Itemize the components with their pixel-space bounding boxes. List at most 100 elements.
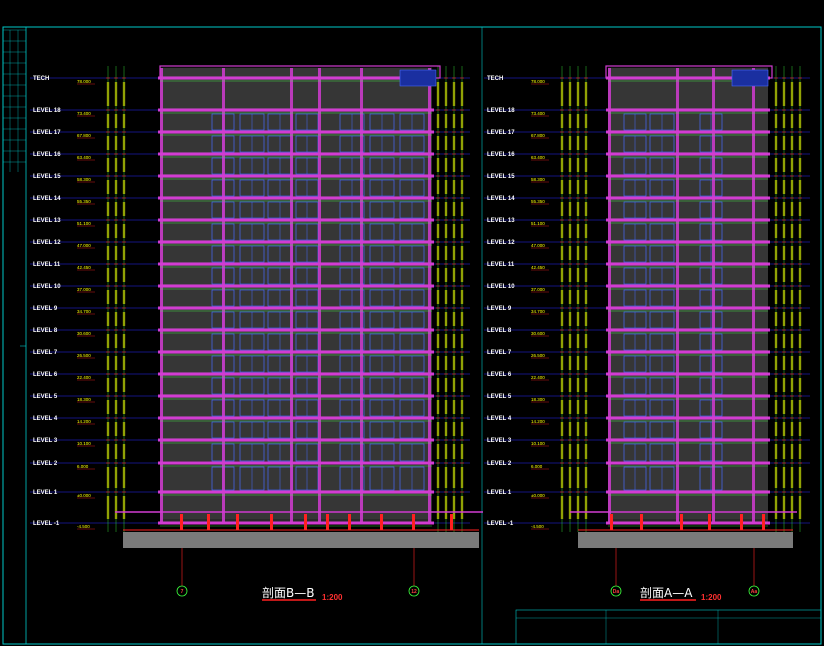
level-elevation: 67.800 [531, 133, 545, 138]
dimension-text-mark [560, 467, 564, 488]
dimension-text-mark [114, 114, 118, 128]
dimension-text-mark [114, 290, 118, 304]
basement-post [236, 514, 239, 530]
dimension-text-mark [122, 334, 126, 348]
floor-slab [158, 218, 434, 222]
dimension-text-mark [568, 82, 572, 106]
dimension-text-mark [114, 268, 118, 282]
dimension-text-mark [774, 114, 778, 128]
dimension-text-mark [576, 400, 580, 414]
dimension-text-mark [798, 224, 802, 238]
dimension-text-mark [444, 202, 448, 216]
dimension-text-mark [782, 224, 786, 238]
dimension-text-mark [106, 224, 110, 238]
dimension-text-mark [576, 114, 580, 128]
dimension-text-mark [774, 268, 778, 282]
dimension-text-mark [106, 268, 110, 282]
dimension-text-mark [460, 82, 464, 106]
dimension-text-mark [568, 444, 572, 459]
dimension-text-mark [122, 290, 126, 304]
dimension-text-mark [444, 290, 448, 304]
basement-post [380, 514, 383, 530]
dimension-text-mark [568, 180, 572, 194]
level-elevation: 26.500 [77, 353, 91, 358]
dimension-text-mark [798, 334, 802, 348]
dimension-text-mark [576, 246, 580, 260]
level-elevation: ±0.000 [77, 493, 91, 498]
dimension-text-mark [560, 268, 564, 282]
basement-post [412, 514, 415, 530]
section-b-scale: 1:200 [322, 593, 343, 602]
structural-column [676, 68, 679, 522]
level-label: LEVEL 13 [487, 218, 515, 224]
level-elevation: 34.700 [77, 309, 91, 314]
dimension-text-mark [774, 136, 778, 150]
dimension-text-mark [122, 356, 126, 370]
dimension-text-mark [568, 158, 572, 172]
dimension-text-mark [790, 312, 794, 326]
axis-label-aa: Aa [751, 589, 758, 595]
dimension-text-mark [460, 136, 464, 150]
dimension-text-mark [106, 467, 110, 488]
dimension-text-mark [452, 400, 456, 414]
level-elevation: 6.000 [77, 464, 89, 469]
floor-slab [158, 130, 434, 134]
dimension-text-mark [114, 158, 118, 172]
floor-slab [606, 130, 770, 134]
floor-slab [606, 521, 770, 525]
dimension-text-mark [444, 136, 448, 150]
dimension-text-mark [790, 467, 794, 488]
level-elevation: 63.400 [77, 155, 91, 160]
dimension-text-mark [568, 136, 572, 150]
dimension-text-mark [460, 467, 464, 488]
dimension-text-mark [560, 246, 564, 260]
dimension-text-mark [122, 467, 126, 488]
floor-slab [606, 262, 770, 266]
dimension-text-mark [568, 422, 572, 436]
dimension-text-mark [774, 246, 778, 260]
dimension-text-mark [798, 312, 802, 326]
level-elevation: 18.300 [531, 397, 545, 402]
dimension-text-mark [560, 82, 564, 106]
dimension-text-mark [452, 82, 456, 106]
dimension-text-mark [436, 378, 440, 392]
dimension-text-mark [122, 202, 126, 216]
level-elevation: 51.100 [531, 221, 545, 226]
level-label: LEVEL -1 [33, 521, 60, 527]
dimension-text-mark [568, 334, 572, 348]
dimension-text-mark [798, 290, 802, 304]
dimension-text-mark [798, 82, 802, 106]
section-b-b: TECH 78.000 LEVEL 18 73.400 LEVEL 17 67.800 LE… [30, 65, 483, 548]
dimension-text-mark [436, 400, 440, 414]
dimension-text-mark [560, 400, 564, 414]
level-label: LEVEL 4 [487, 416, 512, 422]
dimension-text-mark [576, 356, 580, 370]
dimension-text-mark [798, 268, 802, 282]
dimension-text-mark [106, 334, 110, 348]
dimension-text-mark [444, 114, 448, 128]
dimension-text-mark [774, 202, 778, 216]
dimension-text-mark [782, 180, 786, 194]
dimension-text-mark [774, 467, 778, 488]
dimension-text-mark [436, 82, 440, 106]
dimension-text-mark [106, 136, 110, 150]
dimension-text-mark [114, 312, 118, 326]
structural-column [290, 68, 293, 522]
dimension-text-mark [436, 356, 440, 370]
dimension-text-mark [774, 400, 778, 414]
floor-slab [158, 174, 434, 178]
dimension-text-mark [436, 246, 440, 260]
level-elevation: 18.300 [77, 397, 91, 402]
dimension-text-mark [584, 158, 588, 172]
dimension-text-mark [798, 246, 802, 260]
dimension-text-mark [436, 334, 440, 348]
floor-slab [158, 328, 434, 332]
dimension-text-mark [774, 224, 778, 238]
floor-slab [158, 521, 434, 525]
dimension-text-mark [584, 444, 588, 459]
dimension-text-mark [460, 400, 464, 414]
dimension-text-mark [790, 400, 794, 414]
level-label: LEVEL 9 [33, 306, 58, 312]
level-label: LEVEL 17 [487, 130, 515, 136]
level-elevation: 63.400 [531, 155, 545, 160]
